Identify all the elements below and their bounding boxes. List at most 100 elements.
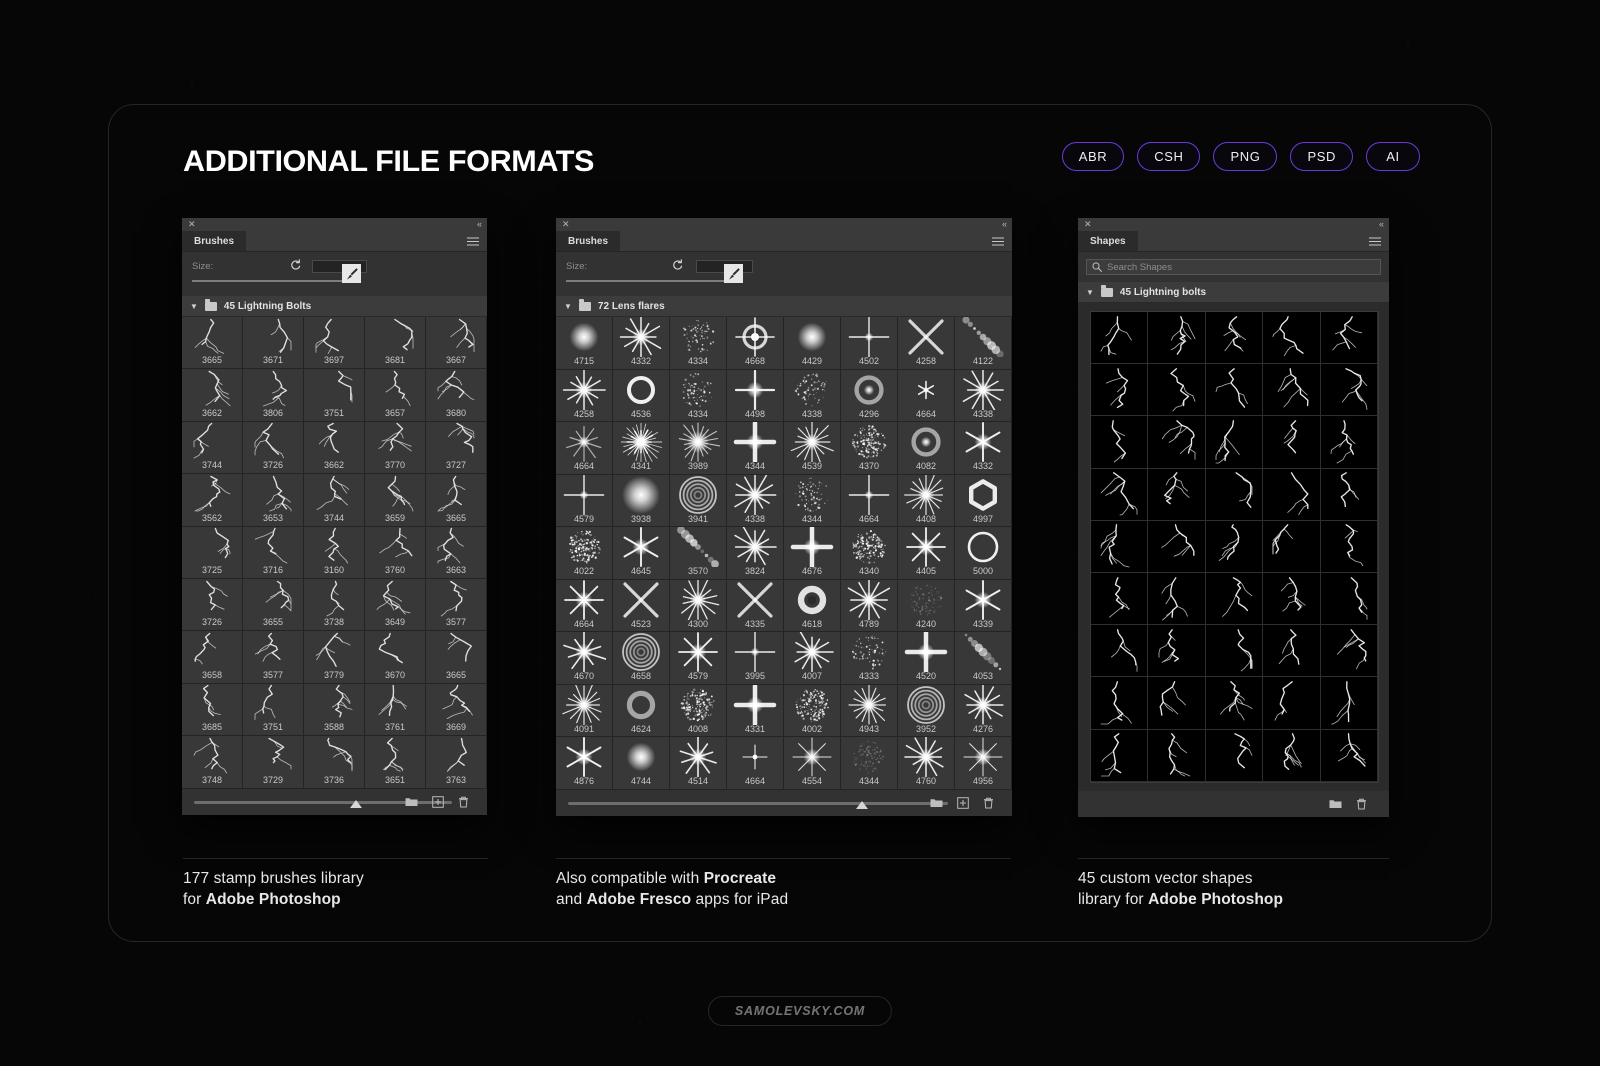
brush-item[interactable]: 3577: [426, 578, 487, 632]
brush-item[interactable]: 4300: [670, 579, 727, 632]
shape-item[interactable]: [1263, 625, 1321, 678]
shape-item[interactable]: [1320, 729, 1378, 782]
chevron-down-icon[interactable]: ▼: [1086, 288, 1094, 297]
brush-item[interactable]: 3685: [182, 683, 243, 737]
brush-item[interactable]: 3995: [727, 632, 784, 685]
brush-item[interactable]: 3657: [365, 369, 426, 422]
brush-item[interactable]: 3744: [304, 474, 365, 527]
brush-item[interactable]: 4091: [556, 684, 613, 737]
brush-item[interactable]: 3665: [182, 317, 243, 370]
shape-item[interactable]: [1148, 364, 1206, 417]
shape-item[interactable]: [1091, 364, 1149, 417]
folder-row[interactable]: ▼ 72 Lens flares: [556, 296, 1012, 317]
brush-item[interactable]: 4405: [898, 527, 955, 580]
size-slider[interactable]: [192, 280, 357, 282]
brush-item[interactable]: 3562: [182, 474, 243, 527]
brush-item[interactable]: 4334: [670, 369, 727, 422]
brush-item[interactable]: 4664: [898, 369, 955, 422]
shape-item[interactable]: [1148, 416, 1206, 469]
brush-item[interactable]: 4340: [841, 527, 898, 580]
shape-item[interactable]: [1320, 677, 1378, 730]
brush-item[interactable]: 3588: [304, 683, 365, 737]
new-brush-icon[interactable]: [957, 796, 969, 809]
brush-icon[interactable]: [342, 264, 361, 283]
brush-item[interactable]: 3680: [426, 369, 487, 422]
badge-abr[interactable]: ABR: [1061, 142, 1125, 171]
scrollbar-handle[interactable]: [350, 799, 362, 808]
shape-item[interactable]: [1091, 625, 1149, 678]
tab-brushes[interactable]: Brushes: [556, 231, 621, 251]
brush-item[interactable]: 4502: [841, 317, 898, 370]
brush-item[interactable]: 3751: [243, 683, 304, 737]
panel-menu-icon[interactable]: [459, 231, 487, 251]
brush-item[interactable]: 3655: [243, 578, 304, 632]
brush-item[interactable]: 4333: [841, 632, 898, 685]
shape-item[interactable]: [1091, 520, 1149, 573]
brush-item[interactable]: 4536: [613, 369, 670, 422]
brush-item[interactable]: 4664: [841, 474, 898, 527]
shape-item[interactable]: [1091, 468, 1149, 521]
brush-item[interactable]: 4664: [727, 737, 784, 790]
brush-item[interactable]: 4429: [784, 317, 841, 370]
badge-csh[interactable]: CSH: [1137, 142, 1201, 171]
trash-icon[interactable]: [1356, 798, 1367, 810]
shape-item[interactable]: [1263, 416, 1321, 469]
brush-item[interactable]: 4002: [784, 684, 841, 737]
brush-item[interactable]: 4624: [613, 684, 670, 737]
shape-item[interactable]: [1148, 625, 1206, 678]
shape-item[interactable]: [1320, 364, 1378, 417]
brush-icon[interactable]: [724, 264, 743, 283]
brush-item[interactable]: 4022: [556, 527, 613, 580]
brush-item[interactable]: 3670: [365, 631, 426, 684]
brush-item[interactable]: 3669: [426, 683, 487, 737]
brush-item[interactable]: 3662: [182, 369, 243, 422]
trash-icon[interactable]: [983, 797, 994, 809]
shape-item[interactable]: [1148, 312, 1206, 365]
brush-item[interactable]: 4122: [955, 317, 1012, 370]
brush-item[interactable]: 4240: [898, 579, 955, 632]
brush-item[interactable]: 3763: [426, 736, 487, 789]
brush-item[interactable]: 4789: [841, 579, 898, 632]
brush-item[interactable]: 3938: [613, 474, 670, 527]
brush-item[interactable]: 4514: [670, 737, 727, 790]
brush-item[interactable]: 4008: [670, 684, 727, 737]
brush-item[interactable]: 3989: [670, 422, 727, 475]
brush-item[interactable]: 3653: [243, 474, 304, 527]
brush-item[interactable]: 4744: [613, 737, 670, 790]
brush-item[interactable]: 4579: [670, 632, 727, 685]
brush-item[interactable]: 4296: [841, 369, 898, 422]
brush-item[interactable]: 3779: [304, 631, 365, 684]
shape-item[interactable]: [1205, 312, 1264, 365]
brush-item[interactable]: 4331: [727, 684, 784, 737]
brush-item[interactable]: 4956: [955, 737, 1012, 790]
brush-item[interactable]: 3659: [365, 474, 426, 527]
brush-item[interactable]: 4007: [784, 632, 841, 685]
brush-item[interactable]: 4370: [841, 422, 898, 475]
shape-item[interactable]: [1320, 572, 1378, 626]
collapse-icon[interactable]: «: [477, 220, 482, 229]
brush-item[interactable]: 4335: [727, 579, 784, 632]
brush-item[interactable]: 4344: [784, 474, 841, 527]
brush-item[interactable]: 3658: [182, 631, 243, 684]
brush-item[interactable]: 3748: [182, 736, 243, 789]
brush-item[interactable]: 4338: [955, 369, 1012, 422]
brush-item[interactable]: 4339: [955, 579, 1012, 632]
brush-item[interactable]: 4258: [556, 369, 613, 422]
close-icon[interactable]: ✕: [562, 220, 570, 229]
brush-item[interactable]: 3952: [898, 684, 955, 737]
shape-item[interactable]: [1263, 312, 1321, 365]
folder-icon[interactable]: [1329, 798, 1342, 809]
scrollbar-handle[interactable]: [856, 800, 868, 809]
shape-item[interactable]: [1205, 729, 1264, 782]
brush-item[interactable]: 3729: [243, 736, 304, 789]
shape-item[interactable]: [1148, 677, 1206, 730]
brush-item[interactable]: 3736: [304, 736, 365, 789]
brush-item[interactable]: 3570: [670, 527, 727, 580]
brush-item[interactable]: 4082: [898, 422, 955, 475]
brush-item[interactable]: 4498: [727, 369, 784, 422]
shape-item[interactable]: [1205, 468, 1264, 521]
brush-item[interactable]: 4332: [955, 422, 1012, 475]
shape-item[interactable]: [1320, 416, 1378, 469]
badge-psd[interactable]: PSD: [1290, 142, 1353, 171]
brush-item[interactable]: 3665: [426, 631, 487, 684]
